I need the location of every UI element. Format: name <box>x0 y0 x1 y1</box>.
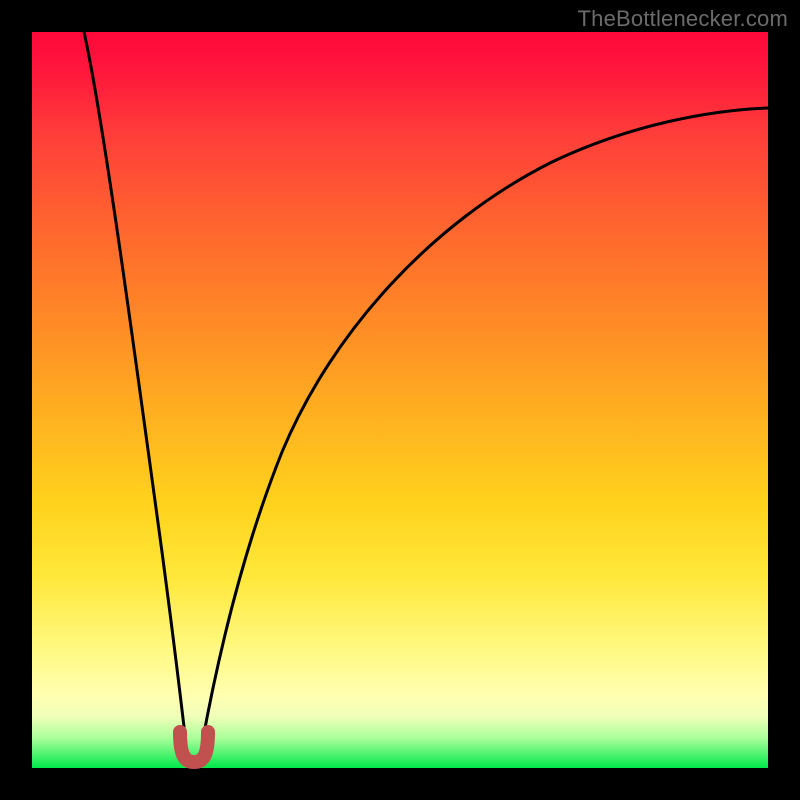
watermark-text: TheBottlenecker.com <box>578 6 788 32</box>
cusp-marker-path <box>180 732 208 762</box>
left-branch-path <box>84 32 186 744</box>
curve-svg <box>32 32 768 768</box>
right-branch-path <box>202 108 768 744</box>
plot-area <box>32 32 768 768</box>
chart-frame: TheBottlenecker.com <box>0 0 800 800</box>
